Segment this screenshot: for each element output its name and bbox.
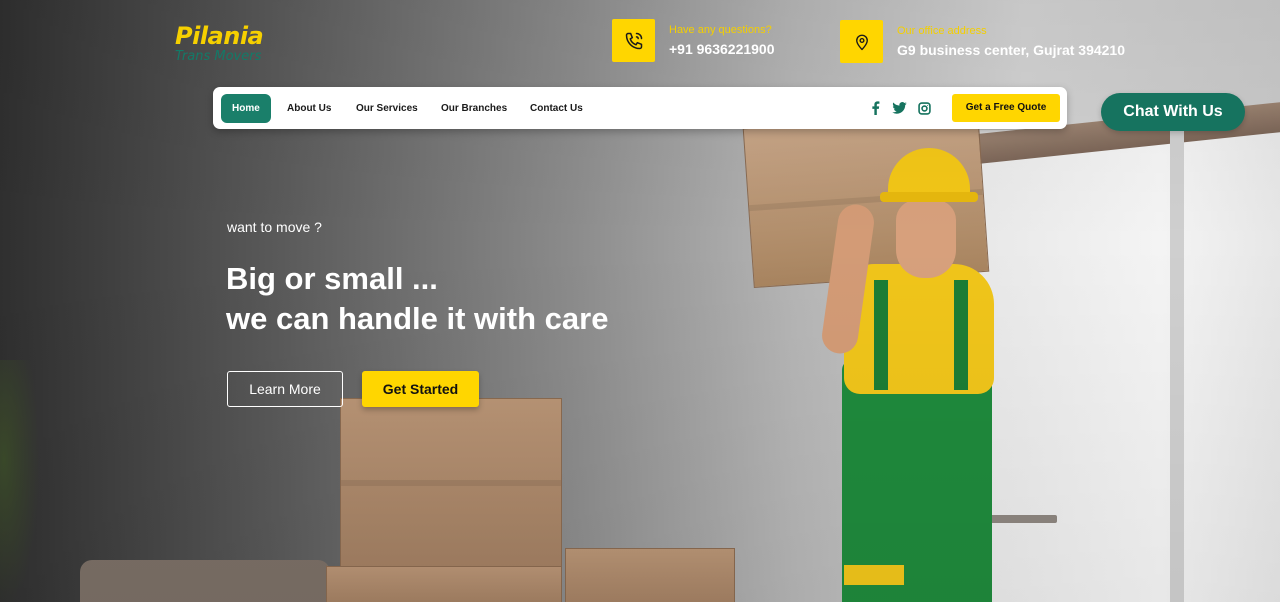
main-navbar: Home About Us Our Services Our Branches … [213, 87, 1067, 129]
facebook-icon[interactable] [867, 100, 883, 116]
address-value: G9 business center, Gujrat 394210 [897, 41, 1126, 58]
hero-headline-line-1: Big or small ... [226, 261, 438, 296]
twitter-icon[interactable] [891, 100, 907, 116]
phone-contact[interactable]: Have any questions? +91 9636221900 [612, 19, 775, 62]
get-free-quote-button[interactable]: Get a Free Quote [952, 94, 1060, 122]
learn-more-button[interactable]: Learn More [227, 371, 343, 407]
phone-icon [612, 19, 655, 62]
phone-number[interactable]: +91 9636221900 [669, 39, 775, 59]
nav-item-contact-us[interactable]: Contact Us [519, 94, 594, 123]
get-started-button[interactable]: Get Started [362, 371, 479, 407]
address-label: Our office address [897, 24, 987, 37]
brand-tagline: Trans Movers [175, 49, 262, 64]
nav-item-our-branches[interactable]: Our Branches [430, 94, 518, 123]
brand-logo[interactable]: Pilania Trans Movers [175, 22, 264, 64]
location-pin-icon [840, 20, 883, 63]
chat-with-us-button[interactable]: Chat With Us [1101, 93, 1245, 131]
hero-eyebrow: want to move ? [227, 219, 322, 235]
nav-item-our-services[interactable]: Our Services [345, 94, 429, 123]
hero-headline-line-2: we can handle it with care [226, 301, 609, 336]
phone-label: Have any questions? [669, 23, 772, 36]
hero-headline: Big or small ... we can handle it with c… [226, 259, 746, 339]
nav-item-about-us[interactable]: About Us [276, 94, 342, 123]
instagram-icon[interactable] [916, 100, 932, 116]
brand-name: Pilania [175, 22, 264, 50]
address-contact: Our office address G9 business center, G… [840, 20, 1125, 63]
nav-item-home[interactable]: Home [221, 94, 271, 123]
